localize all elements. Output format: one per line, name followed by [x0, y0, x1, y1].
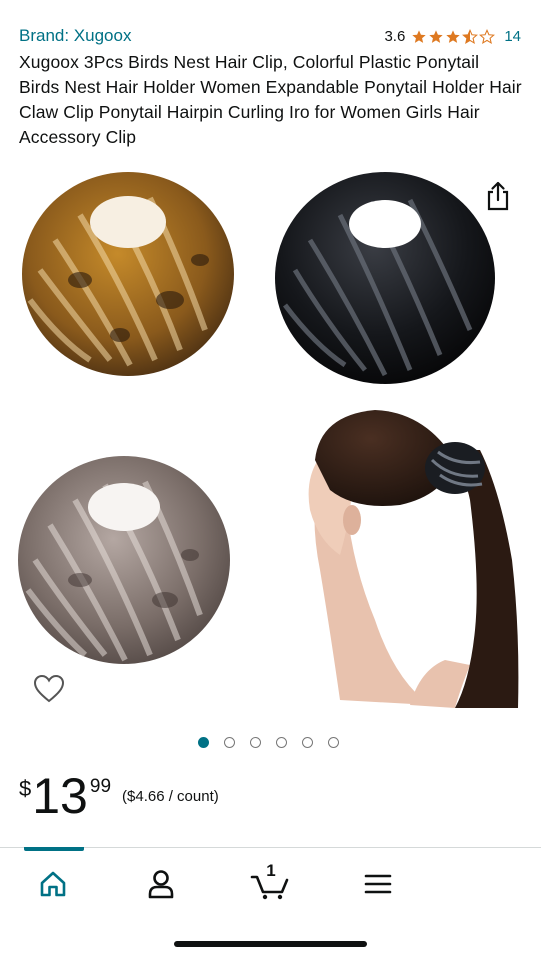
price-fraction: 99 — [89, 776, 112, 797]
heart-icon[interactable] — [32, 672, 66, 706]
cart-count: 1 — [266, 861, 276, 880]
home-icon — [40, 871, 66, 897]
menu-icon — [364, 874, 392, 894]
price-currency: $ — [19, 776, 32, 801]
model-photo — [308, 410, 519, 708]
star-half-icon — [462, 28, 479, 44]
carousel-dot[interactable] — [302, 737, 313, 748]
carousel-dot[interactable] — [250, 737, 261, 748]
price-whole: 13 — [32, 768, 88, 824]
home-indicator[interactable] — [174, 941, 367, 947]
rating-summary[interactable]: 3.6 14 — [384, 28, 521, 45]
rating-stars — [411, 28, 496, 45]
active-tab-indicator — [24, 847, 84, 851]
carousel-dots[interactable] — [198, 737, 354, 748]
tab-home[interactable] — [33, 864, 73, 904]
product-image[interactable] — [0, 160, 541, 720]
share-icon[interactable] — [484, 180, 512, 212]
carousel-dot[interactable] — [276, 737, 287, 748]
tab-account[interactable] — [141, 864, 181, 904]
tab-menu[interactable] — [358, 864, 398, 904]
star-full-icon — [429, 29, 443, 43]
star-full-icon — [446, 29, 460, 43]
clip-black — [275, 172, 495, 384]
price-per-unit: ($4.66 / count) — [122, 788, 219, 805]
person-icon — [148, 870, 174, 899]
tab-cart[interactable]: 1 — [250, 861, 290, 904]
brand-link[interactable]: Brand: Xugoox — [19, 26, 131, 46]
carousel-dot[interactable] — [328, 737, 339, 748]
rating-value: 3.6 — [384, 28, 406, 45]
clip-tortoise — [22, 172, 234, 376]
rating-count: 14 — [504, 28, 521, 45]
carousel-dot[interactable] — [224, 737, 235, 748]
product-header: Brand: Xugoox 3.6 14 — [19, 26, 521, 50]
price-block: $ 13 99 ($4.66 / count) — [19, 768, 219, 828]
star-full-icon — [412, 29, 426, 43]
carousel-dot[interactable] — [198, 737, 209, 748]
star-empty-icon — [479, 28, 496, 44]
product-title: Xugoox 3Pcs Birds Nest Hair Clip, Colorf… — [19, 52, 522, 147]
clip-grey — [18, 456, 230, 664]
